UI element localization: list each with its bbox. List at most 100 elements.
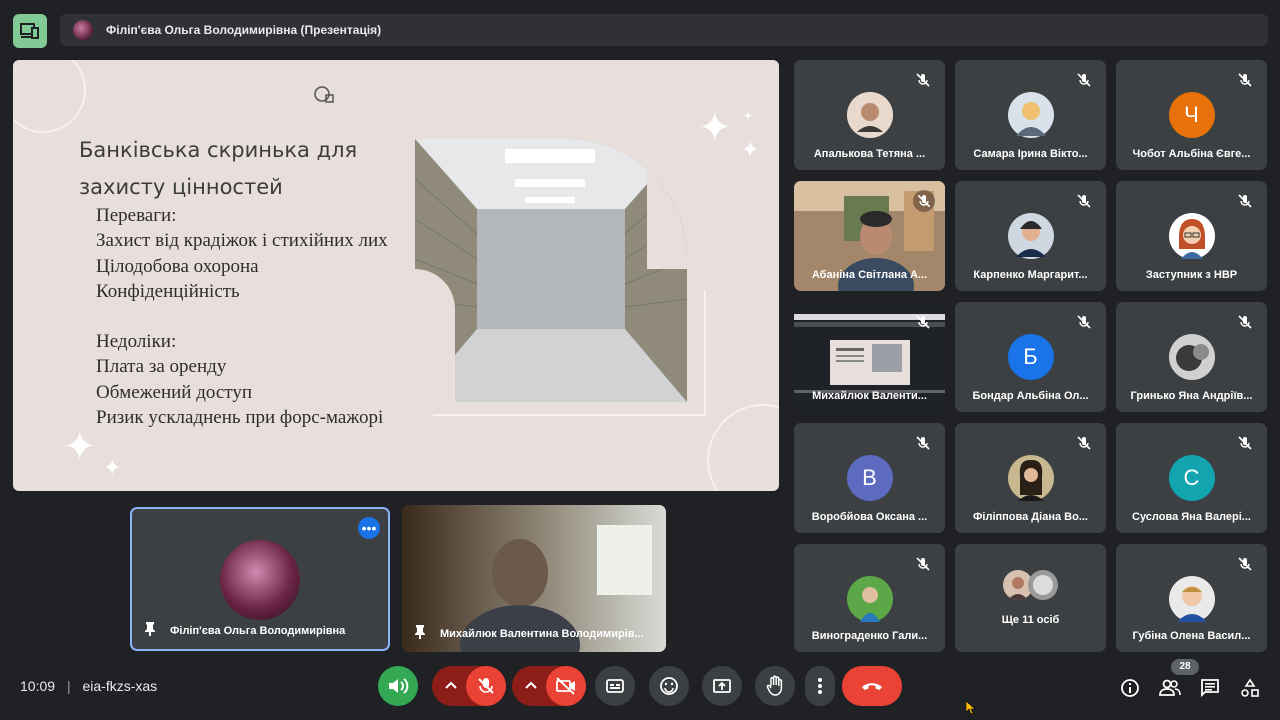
mic-off-icon: [478, 678, 494, 694]
participant-name: Апалькова Тетяна ...: [813, 148, 926, 160]
pin-icon[interactable]: [144, 622, 156, 639]
camera-control: [512, 666, 586, 706]
mic-off-icon: [916, 557, 930, 571]
participant-tile[interactable]: Карпенко Маргарит...: [955, 181, 1106, 291]
pin-icon[interactable]: [414, 625, 426, 642]
slide-line: Обмежений доступ: [96, 382, 253, 403]
volume-icon: [389, 678, 409, 694]
participant-avatar: [1028, 570, 1058, 600]
more-vert-icon: [818, 678, 822, 694]
mic-off-icon: [1238, 557, 1252, 571]
separator: |: [66, 678, 71, 694]
participant-name: Суслова Яна Валері...: [1132, 511, 1251, 523]
participant-initial-avatar: Ч: [1168, 92, 1215, 138]
meeting-code: eia-fkzs-xas: [82, 678, 158, 694]
camera-name: Михайлюк Валентина Володимирів...: [440, 627, 644, 640]
participant-tile[interactable]: Філіппова Діана Во...: [955, 423, 1106, 533]
meeting-details-button[interactable]: [1118, 676, 1142, 700]
participant-name: Гринько Яна Андріїв...: [1130, 390, 1253, 402]
people-icon: [1159, 679, 1181, 696]
slide-title-line2: захисту цінностей: [79, 175, 283, 199]
slide-title: Банківська скринька для захисту цінносте…: [79, 132, 409, 206]
mic-toggle-button[interactable]: [466, 666, 506, 706]
participant-tile[interactable]: В Воробйова Оксана ...: [794, 423, 945, 533]
participant-name: Заступник з НВР: [1145, 269, 1238, 281]
hand-icon: [766, 675, 783, 696]
participant-tile[interactable]: Ч Чобот Альбіна Євге...: [1116, 60, 1267, 170]
mic-off-icon: [1077, 436, 1091, 450]
participant-tile[interactable]: Апалькова Тетяна ...: [794, 60, 945, 170]
slide-line: Ризик ускладнень при форс-мажорі: [96, 407, 384, 428]
mic-off-icon: [1238, 315, 1252, 329]
chat-button[interactable]: [1198, 676, 1222, 700]
sparkle-icon: ✦: [63, 425, 97, 469]
participant-name: Карпенко Маргарит...: [973, 269, 1088, 281]
mic-options-chevron-icon[interactable]: [442, 676, 460, 701]
participant-tile[interactable]: Винограденко Гали...: [794, 544, 945, 652]
mic-off-icon: [1238, 73, 1252, 87]
participant-avatar: [846, 92, 893, 138]
participant-name: Самара Ірина Вікто...: [973, 148, 1088, 160]
participant-tile[interactable]: Михайлюк Валенти...: [794, 302, 945, 412]
participant-name: Абаніна Світлана А...: [811, 269, 928, 281]
camera-toggle-button[interactable]: [546, 666, 586, 706]
captions-button[interactable]: [595, 666, 635, 706]
activities-icon: [1241, 678, 1259, 697]
raise-hand-button[interactable]: [755, 666, 795, 706]
presentation-title: Філіп'єва Ольга Володимирівна (Презентац…: [106, 23, 382, 37]
participant-tile[interactable]: Заступник з НВР: [1116, 181, 1267, 291]
participant-name: Воробйова Оксана ...: [811, 511, 928, 523]
mic-off-icon: [1238, 194, 1252, 208]
participant-tile[interactable]: Абаніна Світлана А...: [794, 181, 945, 291]
slide-title-line1: Банківська скринька для: [79, 138, 358, 162]
present-mode-button[interactable]: [13, 14, 47, 48]
microphone-control: [432, 666, 506, 706]
presentation-slide: Банківська скринька для захисту цінносте…: [13, 60, 779, 491]
sparkle-icon: ✦: [698, 106, 732, 150]
mic-off-icon: [916, 436, 930, 450]
mic-off-icon: [1238, 436, 1252, 450]
presenter-avatar-large: [220, 540, 300, 620]
participant-tile[interactable]: С Суслова Яна Валері...: [1116, 423, 1267, 533]
speaker-button[interactable]: [378, 666, 418, 706]
presenter-tile[interactable]: ••• Філіп'єва Ольга Володимирівна: [130, 507, 390, 651]
participant-name: Чобот Альбіна Євге...: [1132, 148, 1251, 160]
reactions-button[interactable]: [649, 666, 689, 706]
mic-off-icon: [916, 73, 930, 87]
mouse-cursor-icon: [966, 701, 976, 715]
mic-off-icon: [1077, 73, 1091, 87]
participant-avatar: [1168, 334, 1215, 380]
call-end-icon: [862, 683, 882, 690]
leave-call-button[interactable]: [842, 666, 902, 706]
presenter-name: Філіп'єва Ольга Володимирівна: [170, 624, 346, 637]
camera-options-chevron-icon[interactable]: [522, 676, 540, 701]
activities-button[interactable]: [1238, 676, 1262, 700]
captions-icon: [606, 679, 624, 693]
emoji-icon: [660, 677, 678, 695]
presenter-avatar: [73, 20, 93, 40]
mic-off-icon: [1077, 194, 1091, 208]
video-off-icon: [556, 677, 575, 695]
vault-image: [415, 139, 687, 402]
camera-tile[interactable]: Михайлюк Валентина Володимирів...: [402, 505, 666, 652]
participant-tile[interactable]: Б Бондар Альбіна Ол...: [955, 302, 1106, 412]
info-icon: [1121, 679, 1139, 697]
slide-line: Переваги:: [96, 205, 177, 226]
participant-tile[interactable]: Гринько Яна Андріїв...: [1116, 302, 1267, 412]
participant-avatar: [1007, 455, 1054, 501]
participant-name: Філіппова Діана Во...: [973, 511, 1088, 523]
present-screen-button[interactable]: [702, 666, 742, 706]
people-button[interactable]: [1158, 676, 1182, 700]
participant-avatar: [1007, 213, 1054, 259]
more-participants-label: Ще 11 осіб: [1001, 614, 1060, 626]
more-options-icon[interactable]: •••: [358, 517, 380, 539]
participant-tile[interactable]: Губіна Олена Васил...: [1116, 544, 1267, 652]
participant-tile[interactable]: Самара Ірина Вікто...: [955, 60, 1106, 170]
presenter-name-row: Філіп'єва Ольга Володимирівна: [144, 622, 345, 639]
more-options-button[interactable]: [805, 666, 835, 706]
participant-initial-avatar: В: [846, 455, 893, 501]
more-participants-tile[interactable]: Ще 11 осіб: [955, 544, 1106, 652]
slide-line: Недоліки:: [96, 331, 177, 352]
mic-off-icon: [916, 315, 930, 329]
presentation-title-bar[interactable]: Філіп'єва Ольга Володимирівна (Презентац…: [60, 14, 1268, 46]
